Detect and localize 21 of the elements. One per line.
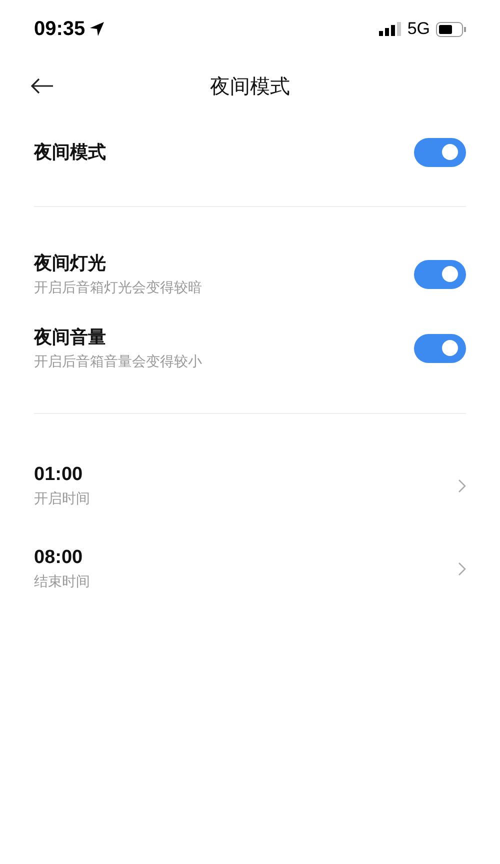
time-label: 结束时间 xyxy=(34,572,90,590)
status-time: 09:35 xyxy=(34,18,86,40)
setting-label: 夜间模式 xyxy=(34,141,106,164)
location-arrow-icon xyxy=(89,21,106,37)
setting-label: 夜间音量 xyxy=(34,326,107,349)
page-title: 夜间模式 xyxy=(210,72,290,100)
time-label: 开启时间 xyxy=(34,490,90,508)
time-value: 08:00 xyxy=(34,546,84,568)
toggle-switch[interactable] xyxy=(414,334,466,362)
signal-icon xyxy=(379,22,402,36)
chevron-right-icon[interactable] xyxy=(458,562,466,576)
setting-label: 夜间灯光 xyxy=(34,252,107,275)
toggle-switch[interactable] xyxy=(414,138,466,166)
back-arrow-icon[interactable] xyxy=(30,78,54,94)
network-type: 5G xyxy=(407,19,430,39)
time-value: 01:00 xyxy=(34,464,84,486)
battery-icon xyxy=(436,22,466,36)
chevron-right-icon[interactable] xyxy=(458,478,466,492)
setting-description: 开启后音箱音量会变得较小 xyxy=(34,353,202,371)
toggle-switch[interactable] xyxy=(414,260,466,288)
setting-description: 开启后音箱灯光会变得较暗 xyxy=(34,279,202,297)
